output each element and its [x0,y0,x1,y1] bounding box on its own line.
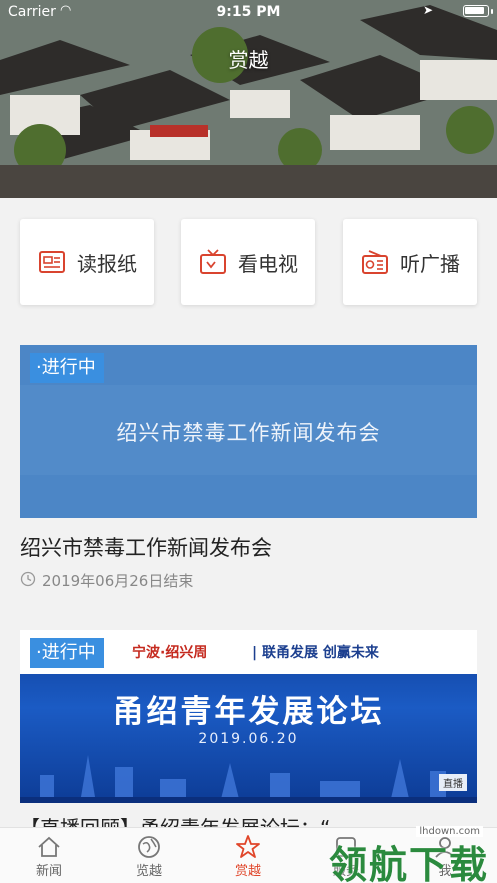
banner-slogan: | 联甬发展 创赢未来 [252,645,379,661]
radio-icon [360,247,390,277]
status-badge: ·进行中 [30,353,104,383]
hero-photo [0,0,497,198]
status-bar: Carrier ◠ 9:15 PM ➤ [0,0,497,24]
location-arrow-icon: ➤ [422,3,433,17]
star-icon [208,834,288,860]
battery-tip [491,9,493,14]
page-title: 赏越 [228,48,269,72]
end-date: 2019年06月26日结束 [42,572,194,590]
banner-text: 绍兴市禁毒工作新闻发布会 [116,421,381,445]
newspaper-icon [37,247,67,277]
tab-label: 新闻 [35,864,62,879]
feed-card-image[interactable]: 宁波·绍兴周 | 联甬发展 创赢未来 甬绍青年发展论坛 2019.06.20 直… [20,630,477,803]
tv-icon [198,247,228,277]
feed-card-title[interactable]: 绍兴市禁毒工作新闻发布会 [20,532,272,562]
home-icon [9,834,89,860]
globe-icon [109,834,189,860]
hero-banner[interactable]: Carrier ◠ 9:15 PM ➤ 赏越 [0,0,497,198]
feed-card-meta: 2019年06月26日结束 [20,570,193,591]
feed-card-image[interactable]: ·进行中 绍兴市禁毒工作新闻发布会 [20,345,477,518]
battery-icon [463,5,489,17]
tab-label: 览越 [135,864,162,879]
city-skyline-graphic [20,755,477,803]
app-screen: Carrier ◠ 9:15 PM ➤ 赏越 读报纸 看电视 听广播 ·进行中 … [0,0,497,883]
live-label: 直播 [439,774,467,791]
status-badge: ·进行中 [30,638,104,668]
banner-brand: 宁波·绍兴周 [132,645,208,661]
clock-icon [20,571,36,591]
quick-link-label: 听广播 [400,251,460,276]
tab-label: 赏越 [234,864,261,879]
tab-browse[interactable]: 览越 [109,834,189,879]
quick-link-label: 看电视 [238,251,298,276]
banner-heading: 甬绍青年发展论坛 [112,694,385,730]
watermark: lhdown.com 领航下载 [293,826,493,883]
quick-link-radio[interactable]: 听广播 [343,219,477,305]
quick-link-newspaper[interactable]: 读报纸 [20,219,154,305]
quick-link-tv[interactable]: 看电视 [181,219,315,305]
watermark-text: 领航下载 [328,843,489,883]
tab-news[interactable]: 新闻 [9,834,89,879]
tab-appreciate[interactable]: 赏越 [208,834,288,879]
quick-link-label: 读报纸 [77,251,137,276]
